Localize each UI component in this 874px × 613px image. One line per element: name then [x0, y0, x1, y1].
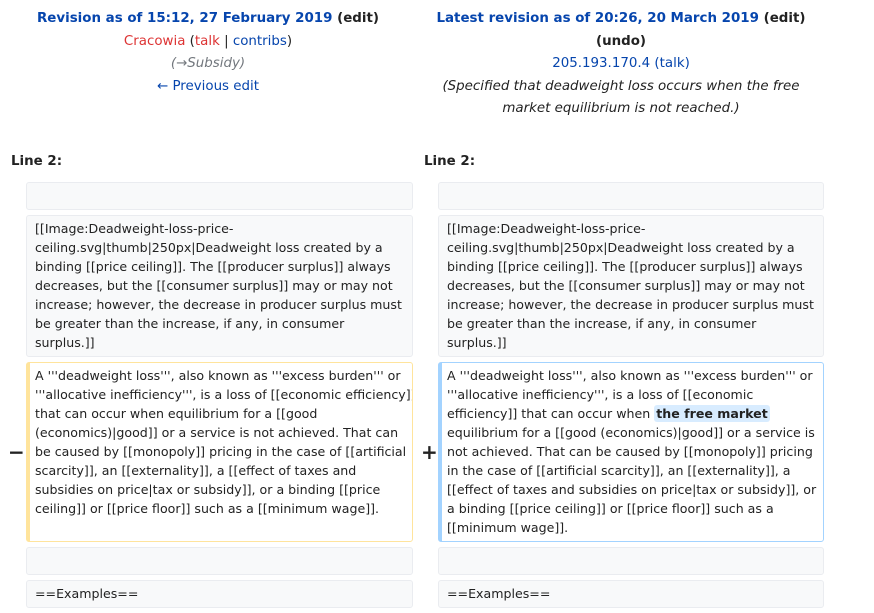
- left-edit-link[interactable]: (edit): [337, 11, 379, 26]
- right-context-image: [[Image:Deadweight-loss-price-ceiling.sv…: [438, 215, 824, 357]
- left-user-link[interactable]: Cracowia: [124, 34, 186, 49]
- right-talk-link[interactable]: (talk): [654, 56, 689, 71]
- deleted-marker: −: [8, 440, 25, 464]
- added-marker: +: [421, 440, 438, 464]
- right-edit-summary-2: market equilibrium is not reached.): [502, 101, 740, 116]
- left-revision-header: Revision as of 15:12, 27 February 2019 (…: [0, 8, 416, 98]
- left-context-image: [[Image:Deadweight-loss-price-ceiling.sv…: [26, 215, 413, 357]
- right-edit-summary-1: (Specified that deadweight loss occurs w…: [442, 78, 800, 94]
- left-empty-context: [26, 182, 413, 210]
- right-empty-context: [438, 182, 824, 210]
- right-context-examples: ==Examples==: [438, 580, 824, 608]
- previous-edit-link[interactable]: ← Previous edit: [157, 79, 259, 94]
- right-line-number: Line 2:: [424, 154, 476, 169]
- deleted-line: A '''deadweight loss''', also known as '…: [26, 362, 413, 542]
- left-talk-link[interactable]: talk: [195, 34, 220, 49]
- right-edit-link[interactable]: (edit): [764, 11, 806, 26]
- undo-link[interactable]: (undo): [416, 31, 826, 54]
- left-edit-summary[interactable]: (→Subsidy): [0, 53, 416, 76]
- left-contribs-link[interactable]: contribs: [233, 34, 287, 49]
- right-empty-context-2: [438, 547, 824, 575]
- right-revision-header: Latest revision as of 20:26, 20 March 20…: [416, 8, 826, 121]
- left-context-examples: ==Examples==: [26, 580, 413, 608]
- right-revision-link[interactable]: Latest revision as of 20:26, 20 March 20…: [436, 11, 758, 26]
- left-revision-link[interactable]: Revision as of 15:12, 27 February 2019: [37, 11, 332, 26]
- added-line: A '''deadweight loss''', also known as '…: [438, 362, 824, 542]
- right-user-link[interactable]: 205.193.170.4: [552, 56, 650, 71]
- inserted-text: the free market: [654, 405, 770, 422]
- left-empty-context-2: [26, 547, 413, 575]
- left-line-number: Line 2:: [11, 154, 63, 169]
